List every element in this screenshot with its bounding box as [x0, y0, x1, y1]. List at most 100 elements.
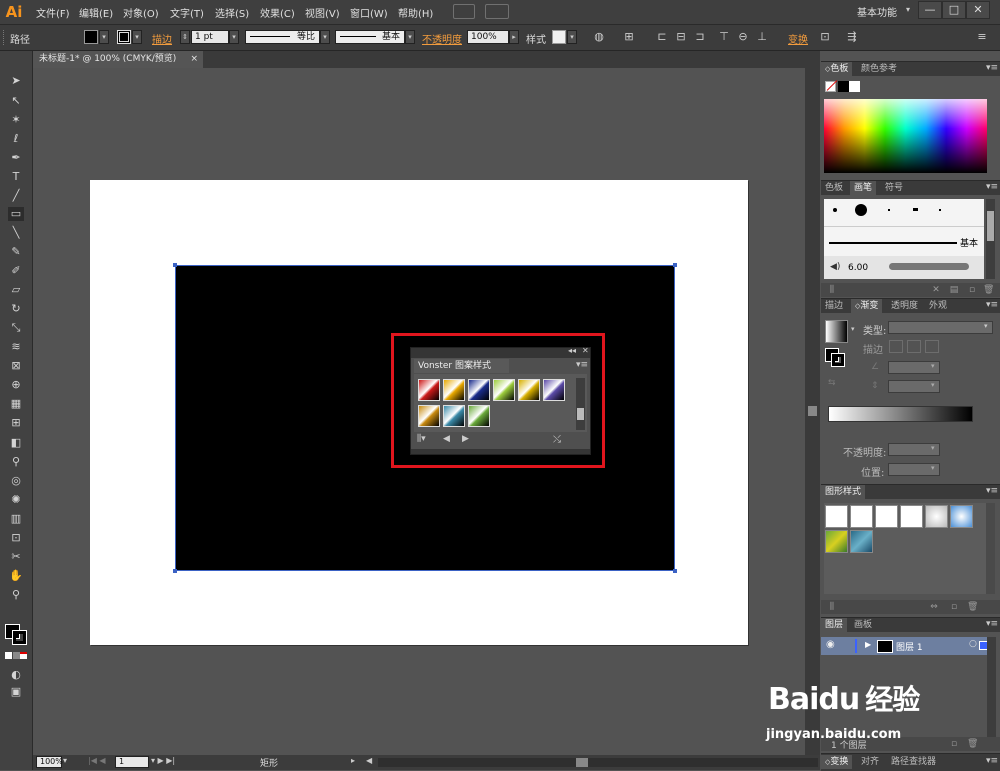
stroke-color-icon[interactable]: [831, 353, 845, 367]
tab-align[interactable]: 对齐: [857, 755, 883, 769]
gradient-mode-icon[interactable]: [13, 652, 20, 659]
opacity-label[interactable]: 不透明度: [422, 31, 462, 46]
bridge-icon[interactable]: [453, 4, 475, 19]
delete-layer-icon[interactable]: 🗑: [967, 739, 978, 749]
tab-appearance[interactable]: 外观: [925, 299, 951, 313]
brush-dot-small[interactable]: [833, 208, 837, 212]
horizontal-scrollbar[interactable]: [378, 758, 818, 767]
stroke-along-icon[interactable]: [907, 340, 921, 353]
column-graph-tool-icon[interactable]: ▥: [8, 512, 24, 526]
stroke-weight-input[interactable]: 1 pt: [191, 30, 229, 44]
menu-edit[interactable]: 编辑(E): [79, 5, 113, 20]
brush-calligraphic[interactable]: [913, 208, 918, 211]
screen-mode-icon[interactable]: ▣: [8, 685, 24, 699]
line-tool-icon[interactable]: ╱: [8, 189, 24, 203]
align-middle-icon[interactable]: ⊖: [736, 30, 750, 44]
align-top-icon[interactable]: ⊤: [717, 30, 731, 44]
gradient-swatch[interactable]: [825, 320, 848, 343]
align-to-icon[interactable]: ⊞: [622, 30, 636, 44]
variable-width-profile[interactable]: 等比: [245, 30, 320, 44]
isolate-icon[interactable]: ⊡: [818, 30, 832, 44]
document-tab[interactable]: 未标题-1* @ 100% (CMYK/预览) ×: [33, 51, 203, 68]
fill-dropdown-icon[interactable]: ▾: [99, 30, 109, 44]
none-mode-icon[interactable]: [20, 652, 27, 659]
tab-artboards[interactable]: 画板: [850, 618, 876, 632]
scale-tool-icon[interactable]: ⤡: [8, 321, 24, 335]
menu-object[interactable]: 对象(O): [123, 5, 159, 20]
artboard-number-input[interactable]: 1: [115, 756, 149, 768]
chevron-down-icon[interactable]: ▾: [984, 322, 988, 330]
tab-transparency[interactable]: 透明度: [887, 299, 922, 313]
reverse-gradient-icon[interactable]: ⇆: [828, 378, 836, 388]
workspace-switcher[interactable]: 基本功能: [857, 4, 897, 19]
visibility-eye-icon[interactable]: ◉: [826, 639, 835, 650]
style-swatch[interactable]: [552, 30, 566, 44]
graphic-style-pattern[interactable]: [850, 530, 873, 553]
first-artboard-icon[interactable]: |◀ ◀: [88, 756, 106, 765]
tab-transform[interactable]: ◇变换: [821, 755, 853, 769]
new-brush-icon[interactable]: ▫: [967, 285, 977, 295]
gradient-type-select[interactable]: [888, 321, 993, 334]
rotate-tool-icon[interactable]: ↻: [8, 302, 24, 316]
maximize-button[interactable]: □: [942, 1, 966, 19]
magic-wand-tool-icon[interactable]: ✶: [8, 113, 24, 127]
basic-brush-stroke[interactable]: [829, 242, 957, 244]
layer-name[interactable]: 图层 1: [896, 640, 923, 653]
width-tool-icon[interactable]: ≋: [8, 340, 24, 354]
tab-symbols[interactable]: 符号: [881, 181, 907, 195]
brush-scrollbar[interactable]: [986, 199, 995, 279]
new-layer-icon[interactable]: ▫: [949, 739, 959, 749]
menu-type[interactable]: 文字(T): [170, 5, 204, 20]
mesh-tool-icon[interactable]: ⊞: [8, 416, 24, 430]
eyedropper-tool-icon[interactable]: ⚲: [8, 455, 24, 469]
menu-window[interactable]: 窗口(W): [350, 5, 388, 20]
hand-tool-icon[interactable]: ✋: [8, 569, 24, 583]
status-menu-icon[interactable]: ▸: [351, 756, 355, 765]
selection-handle[interactable]: [173, 569, 177, 573]
break-link-icon[interactable]: ⇔: [929, 602, 939, 612]
tab-pathfinder[interactable]: 路径查找器: [887, 755, 940, 769]
panel-menu-icon[interactable]: ≡: [975, 30, 989, 44]
align-bottom-icon[interactable]: ⊥: [755, 30, 769, 44]
slice-tool-icon[interactable]: ✂: [8, 550, 24, 564]
artboard-tool-icon[interactable]: ⊡: [8, 531, 24, 545]
graphic-styles-scrollbar[interactable]: [986, 503, 995, 594]
tab-gradient[interactable]: ◇渐变: [851, 299, 883, 313]
close-button[interactable]: ✕: [966, 1, 990, 19]
fill-swatch[interactable]: [84, 30, 98, 44]
layers-scrollbar[interactable]: [987, 637, 996, 737]
menu-file[interactable]: 文件(F): [36, 5, 70, 20]
delete-graphic-style-icon[interactable]: 🗑: [967, 602, 978, 612]
blob-brush-tool-icon[interactable]: ✐: [8, 264, 24, 278]
panel-menu-icon[interactable]: ▾≡: [986, 63, 998, 73]
chevron-down-icon[interactable]: ▾: [931, 444, 935, 452]
brush-dot-fine[interactable]: [939, 209, 941, 211]
brush-definition[interactable]: 基本: [335, 30, 405, 44]
color-spectrum[interactable]: [824, 99, 987, 173]
perspective-grid-tool-icon[interactable]: ▦: [8, 397, 24, 411]
rectangle-tool-icon[interactable]: ▭: [8, 207, 24, 221]
artboard-dropdown-icon[interactable]: ▾ ▶ ▶|: [151, 756, 175, 765]
tab-layers[interactable]: 图层: [821, 618, 848, 632]
zoom-dropdown-icon[interactable]: ▾: [63, 756, 67, 765]
graphic-style-swatch[interactable]: [900, 505, 923, 528]
selection-handle[interactable]: [173, 263, 177, 267]
pencil-tool-icon[interactable]: ✎: [8, 245, 24, 259]
free-transform-tool-icon[interactable]: ⊠: [8, 359, 24, 373]
menu-select[interactable]: 选择(S): [215, 5, 249, 20]
chevron-down-icon[interactable]: ▾: [851, 325, 855, 333]
stroke-color-icon[interactable]: [12, 630, 27, 645]
transform-label[interactable]: 变换: [788, 31, 808, 46]
recolor-icon[interactable]: ◍: [592, 30, 606, 44]
profile-dropdown-icon[interactable]: ▾: [320, 30, 330, 44]
menu-help[interactable]: 帮助(H): [398, 5, 433, 20]
brush-stroke-preview[interactable]: [889, 263, 969, 270]
gradient-tool-icon[interactable]: ◧: [8, 436, 24, 450]
expand-triangle-icon[interactable]: ▶: [865, 640, 871, 649]
tab-stroke[interactable]: 描边: [821, 299, 847, 313]
pen-tool-icon[interactable]: ✒: [8, 151, 24, 165]
menu-effect[interactable]: 效果(C): [260, 5, 295, 20]
selection-handle[interactable]: [673, 263, 677, 267]
gradient-slider[interactable]: [828, 406, 973, 422]
graphic-styles-library-icon[interactable]: ⫼: [827, 602, 837, 612]
